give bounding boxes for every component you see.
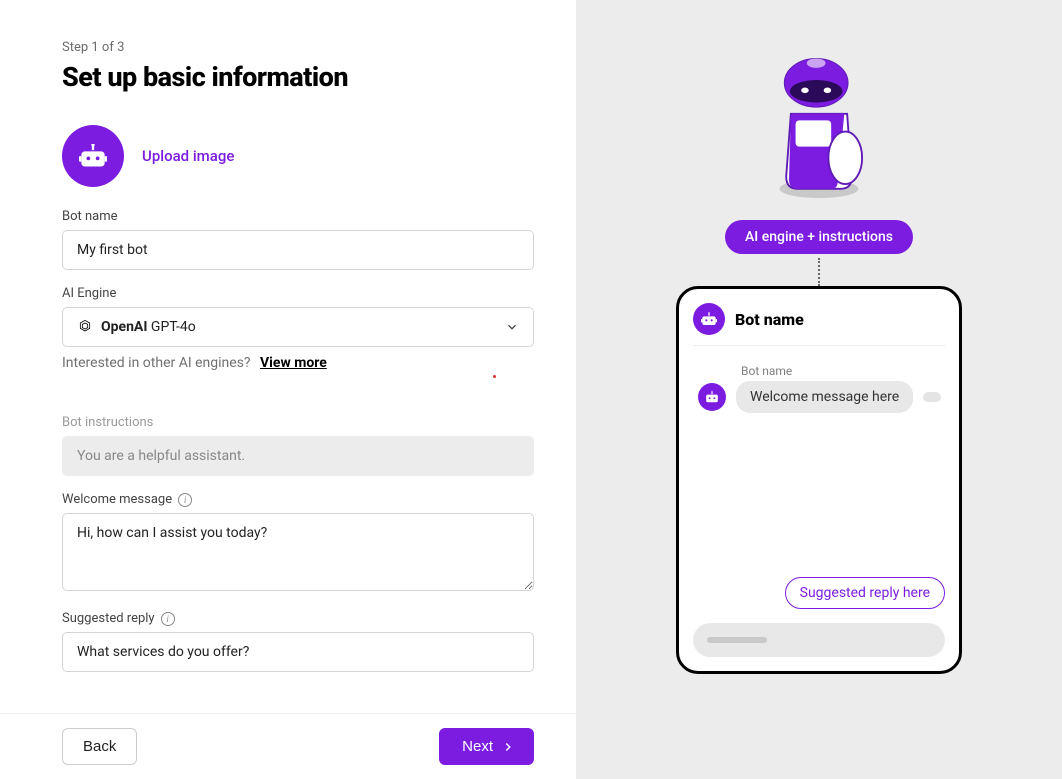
preview-bot-avatar bbox=[693, 303, 725, 335]
ai-engine-select[interactable]: OpenAI GPT-4o bbox=[62, 307, 534, 347]
preview-welcome-bubble: Welcome message here bbox=[736, 381, 913, 413]
welcome-textarea[interactable] bbox=[62, 513, 534, 591]
red-dot bbox=[493, 375, 496, 378]
openai-icon bbox=[77, 319, 93, 335]
suggested-label: Suggested reply i bbox=[62, 611, 534, 626]
connector-line bbox=[818, 258, 820, 286]
bot-avatar[interactable] bbox=[62, 125, 124, 187]
back-button[interactable]: Back bbox=[62, 728, 137, 765]
info-icon[interactable]: i bbox=[178, 493, 192, 507]
view-more-link[interactable]: View more bbox=[260, 355, 327, 371]
step-indicator: Step 1 of 3 bbox=[62, 40, 576, 55]
page-title: Set up basic information bbox=[62, 61, 576, 93]
bot-icon bbox=[701, 312, 717, 326]
info-icon[interactable]: i bbox=[161, 612, 175, 626]
instructions-input bbox=[62, 436, 534, 476]
preview-suggested-chip: Suggested reply here bbox=[785, 577, 945, 609]
ai-engine-label: AI Engine bbox=[62, 286, 534, 301]
preview-input-placeholder bbox=[707, 637, 767, 643]
welcome-label: Welcome message i bbox=[62, 492, 534, 507]
instructions-label: Bot instructions bbox=[62, 415, 534, 430]
suggested-input[interactable] bbox=[62, 632, 534, 672]
chevron-right-icon bbox=[501, 740, 515, 754]
upload-image-link[interactable]: Upload image bbox=[142, 147, 234, 165]
preview-tiny-bubble bbox=[923, 392, 941, 402]
bot-name-label: Bot name bbox=[62, 209, 534, 224]
footer: Back Next bbox=[0, 713, 576, 779]
preview-pill: AI engine + instructions bbox=[725, 220, 913, 254]
avatar-row: Upload image bbox=[62, 125, 576, 187]
bot-icon bbox=[79, 144, 107, 168]
ai-engine-hint: Interested in other AI engines? View mor… bbox=[62, 355, 534, 371]
chat-preview-card: Bot name Bot name Welcome message here S… bbox=[676, 286, 962, 674]
bot-icon bbox=[705, 391, 719, 403]
chevron-down-icon bbox=[505, 320, 519, 334]
robot-illustration bbox=[754, 50, 884, 200]
preview-panel: AI engine + instructions Bot name Bot na… bbox=[576, 0, 1062, 779]
preview-input-bar bbox=[693, 623, 945, 657]
preview-header-title: Bot name bbox=[735, 310, 804, 329]
engine-brand: OpenAI bbox=[101, 319, 147, 335]
bot-name-input[interactable] bbox=[62, 230, 534, 270]
preview-msg-sender: Bot name bbox=[741, 364, 945, 378]
next-button[interactable]: Next bbox=[439, 728, 534, 765]
preview-msg-avatar bbox=[698, 383, 726, 411]
